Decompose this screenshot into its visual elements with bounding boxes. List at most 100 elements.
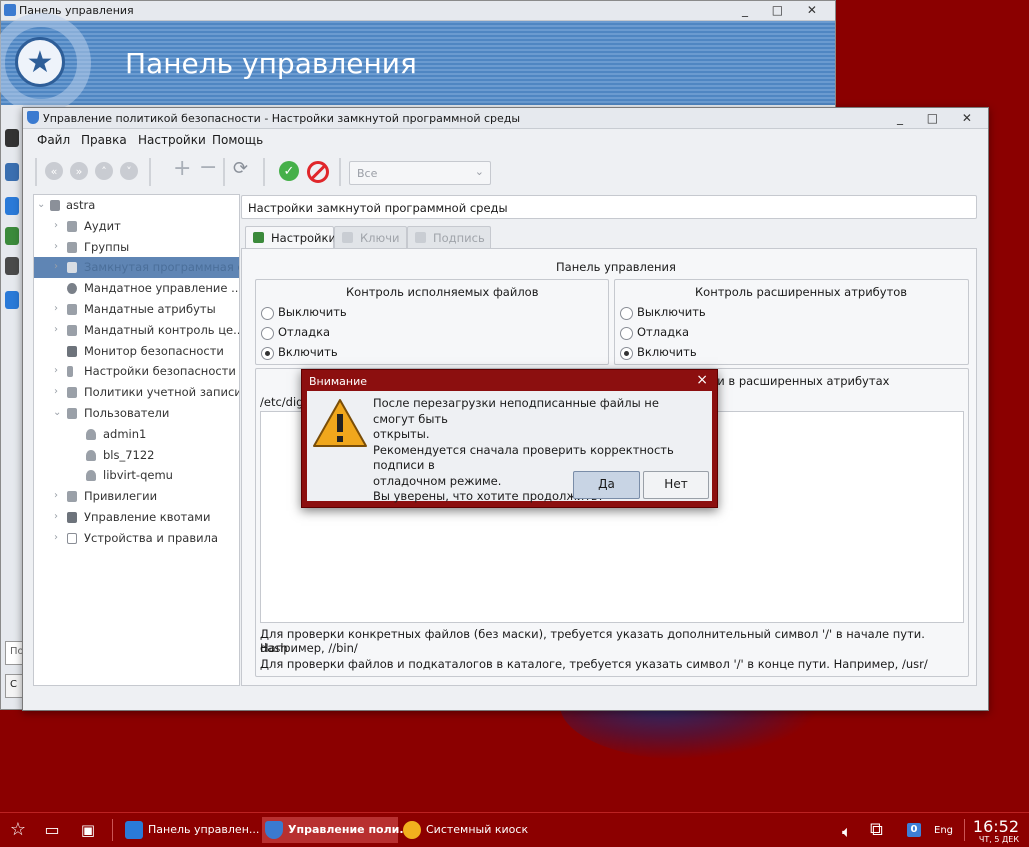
chevron-right-icon[interactable]: › [54,382,58,403]
chevron-right-icon[interactable]: › [54,257,58,278]
category-icon[interactable] [5,163,19,181]
chevron-right-icon[interactable]: › [54,528,58,549]
control-panel-button[interactable]: С [5,674,23,698]
volume-icon[interactable]: 🔈︎ [842,822,852,842]
tree-item[interactable]: › Мандатный контроль це... [34,320,239,341]
tab-settings[interactable]: Настройки [245,226,336,249]
tree-item-selected[interactable]: › Замкнутая программная среда [34,257,239,279]
tree-item[interactable]: › Мандатные атрибуты [34,299,239,320]
forward-double-icon[interactable]: » [70,162,88,180]
window-controls[interactable]: _ □ ✕ [897,111,982,125]
radio-button[interactable] [620,327,633,340]
dialog-line: После перезагрузки неподписанные файлы н… [373,396,659,426]
tree-item[interactable]: admin1 [34,424,239,445]
menu-edit[interactable]: Правка [81,133,127,147]
category-icon[interactable] [5,227,19,245]
mandatory-control-icon [67,283,77,295]
tree-item-root[interactable]: ⌄ astra [34,195,239,216]
taskbar: ☆ ▭ ▣ Панель управлен... Управление поли… [0,812,1029,847]
radio-label: Отладка [637,325,690,339]
start-menu-star-icon[interactable]: ☆ [8,820,28,840]
radio-label: Выключить [278,305,347,319]
dialog-titlebar: Внимание × [302,370,717,390]
task-system-kiosk[interactable]: Системный киоск [400,817,530,843]
chevron-right-icon[interactable]: › [54,507,58,528]
yes-button[interactable]: Да [573,471,640,499]
dialog-line: открыты. [373,427,430,441]
radio-label: Выключить [637,305,706,319]
filter-combo-value: Все [357,167,378,180]
back-double-icon[interactable]: « [45,162,63,180]
refresh-icon[interactable]: ⟳ [233,158,248,179]
gear-icon[interactable] [5,291,19,309]
tree-item[interactable]: bls_7122 [34,445,239,466]
help-text-1b: dash [260,641,288,655]
menu-help[interactable]: Помощь [212,133,263,147]
radio-button[interactable] [261,327,274,340]
filter-combo[interactable]: Все ⌄ [349,161,491,185]
chevron-right-icon[interactable]: › [54,299,58,320]
clock-date[interactable]: ЧТ, 5 ДЕК [979,835,1019,844]
task-label: Системный киоск [426,823,529,836]
add-icon[interactable]: + [173,156,191,181]
category-icon[interactable] [5,257,19,275]
chevron-down-icon: ⌄ [474,165,484,178]
task-label: Панель управлен... [148,823,260,836]
tree-item[interactable]: › Настройки безопасности [34,361,239,382]
remove-icon[interactable]: − [199,155,217,180]
task-control-panel[interactable]: Панель управлен... [122,817,260,843]
tree-item[interactable]: › Политики учетной записи [34,382,239,403]
monitor-icon [67,345,77,357]
category-icon[interactable] [5,129,19,147]
group-title: дписи в расширенных атрибутах [688,374,890,388]
tree-item[interactable]: Мандатное управление ... [34,278,239,299]
tree-item[interactable]: › Аудит [34,216,239,237]
toolbar-separator [339,158,341,186]
down-icon[interactable]: ˅ [120,162,138,180]
radio-button[interactable] [261,347,274,360]
control-panel-search-input[interactable]: По [5,641,24,665]
control-panel-window-controls[interactable]: _ □ ✕ [742,3,827,17]
menu-file[interactable]: Файл [37,133,70,147]
task-label: Управление поли... [288,823,412,836]
tree-item[interactable]: Монитор безопасности [34,341,239,362]
apply-icon[interactable]: ✓ [279,161,299,181]
no-button[interactable]: Нет [643,471,709,499]
tab-keys[interactable]: Ключи [334,226,407,249]
show-desktop-icon[interactable]: ▣ [78,820,98,840]
keyboard-layout[interactable]: Eng [934,825,953,836]
menu-settings[interactable]: Настройки [138,133,206,147]
clock-time[interactable]: 16:52 [973,817,1019,836]
shield-icon [67,324,77,336]
radio-label: Отладка [278,325,331,339]
notification-badge[interactable]: 0 [907,823,921,837]
cancel-icon[interactable] [307,161,329,183]
chevron-down-icon[interactable]: ⌄ [53,403,61,424]
chevron-right-icon[interactable]: › [54,320,58,341]
chevron-down-icon[interactable]: ⌄ [37,195,45,216]
tree-item[interactable]: › Привилегии [34,486,239,507]
category-icon[interactable] [5,197,19,215]
chevron-right-icon[interactable]: › [54,216,58,237]
chevron-right-icon[interactable]: › [54,361,58,382]
navigation-tree[interactable]: ⌄ astra › Аудит › Группы › Замкнутая про… [33,194,240,686]
radio-button[interactable] [620,307,633,320]
chevron-right-icon[interactable]: › [54,486,58,507]
tree-item[interactable]: ⌄ Пользователи [34,403,239,424]
up-icon[interactable]: ˄ [95,162,113,180]
network-icon[interactable]: ⧉ [870,819,883,840]
panel-title: Панель управления [556,260,676,274]
tree-item[interactable]: › Группы [34,237,239,258]
tree-item[interactable]: › Управление квотами [34,507,239,528]
tree-item[interactable]: libvirt-qemu [34,465,239,486]
tab-signature[interactable]: Подпись [407,226,491,249]
chevron-right-icon[interactable]: › [54,237,58,258]
radio-button[interactable] [620,347,633,360]
control-panel-titlebar: Панель управления _ □ ✕ [1,1,835,21]
radio-button[interactable] [261,307,274,320]
window-switcher-icon[interactable]: ▭ [42,820,62,840]
task-security-policy[interactable]: Управление поли... [262,817,412,843]
close-icon[interactable]: × [696,372,708,388]
tree-item[interactable]: › Устройства и правила [34,528,239,549]
account-policy-icon [67,387,77,399]
